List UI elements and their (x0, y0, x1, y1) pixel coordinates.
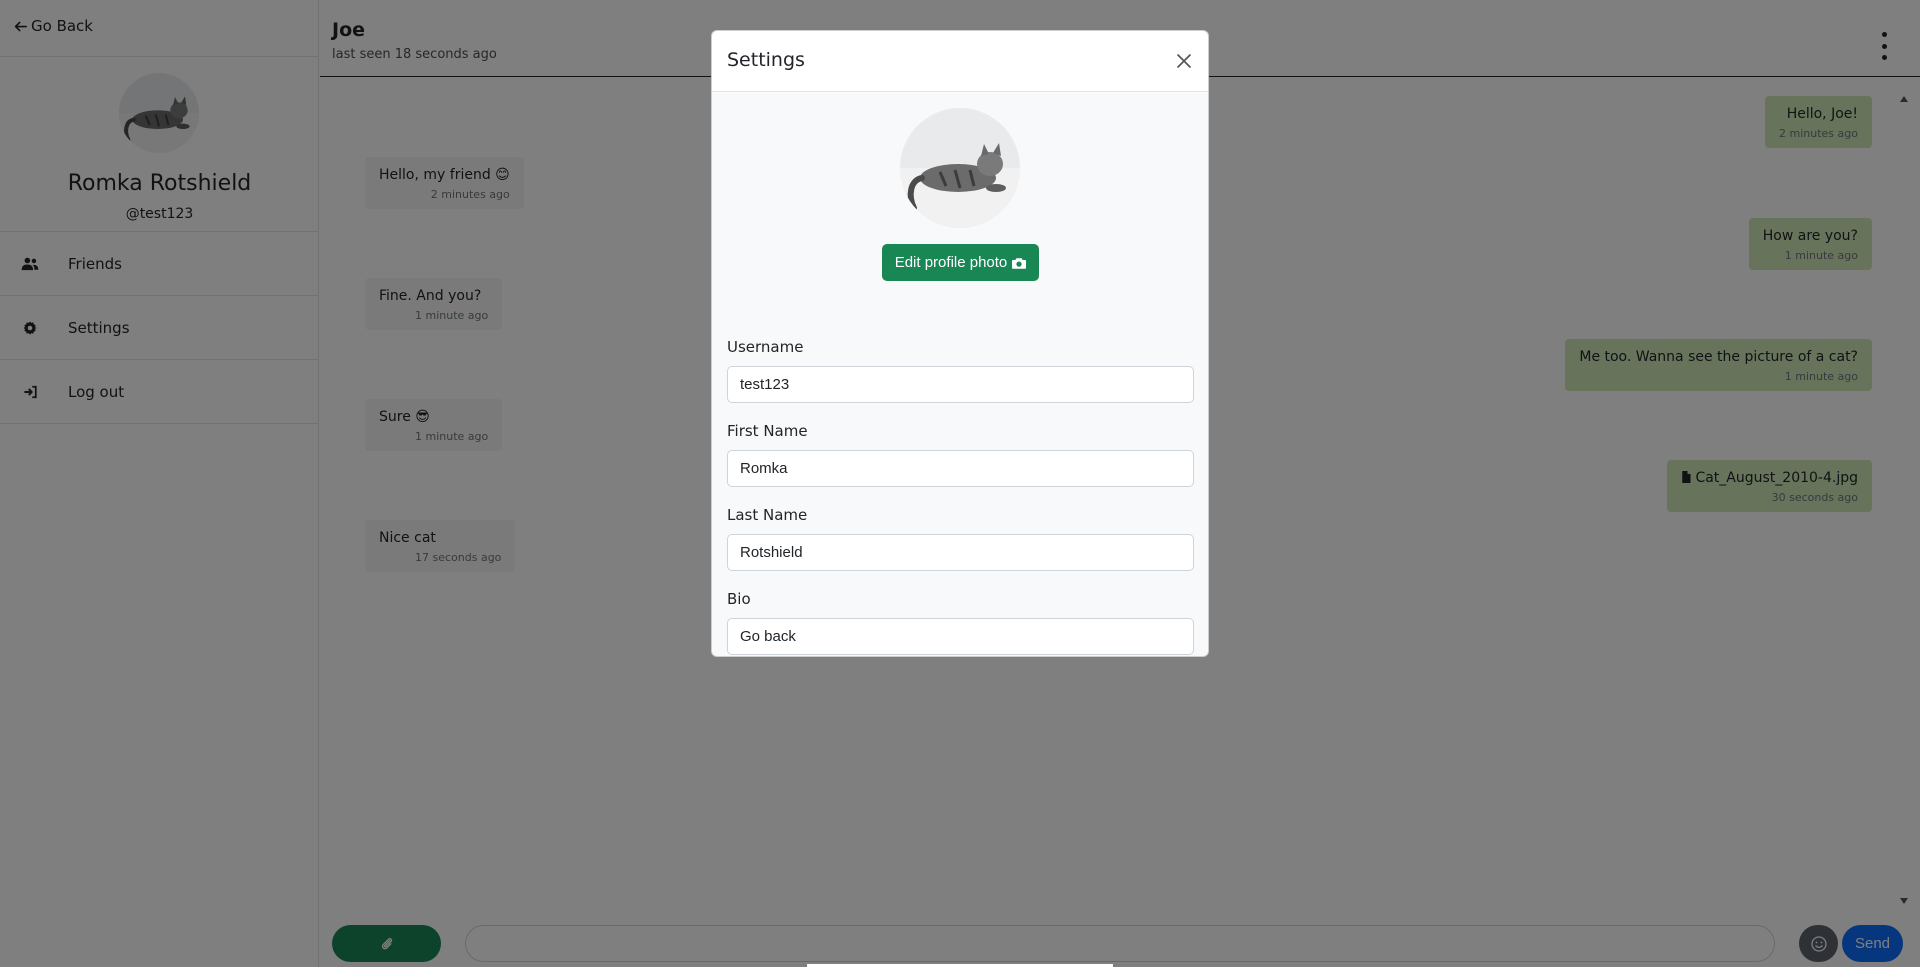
edit-profile-photo-button[interactable]: Edit profile photo (882, 244, 1039, 281)
profile-photo (900, 108, 1020, 228)
last-name-label: Last Name (727, 506, 808, 524)
first-name-label: First Name (727, 422, 808, 440)
edit-photo-label: Edit profile photo (894, 254, 1008, 271)
close-icon[interactable] (1174, 51, 1194, 71)
modal-header: Settings (712, 31, 1208, 92)
modal-body: Edit profile photo Username First Name L… (712, 93, 1208, 656)
bio-field[interactable] (727, 618, 1194, 655)
username-label: Username (727, 338, 804, 356)
first-name-field[interactable] (727, 450, 1194, 487)
settings-modal: Settings Edit profile photo Username tes… (711, 30, 1209, 657)
modal-title: Settings (727, 49, 805, 71)
bio-label: Bio (727, 590, 751, 608)
camera-icon (1012, 257, 1027, 269)
cat-photo (900, 108, 1020, 228)
username-field[interactable] (727, 366, 1194, 403)
last-name-field[interactable] (727, 534, 1194, 571)
